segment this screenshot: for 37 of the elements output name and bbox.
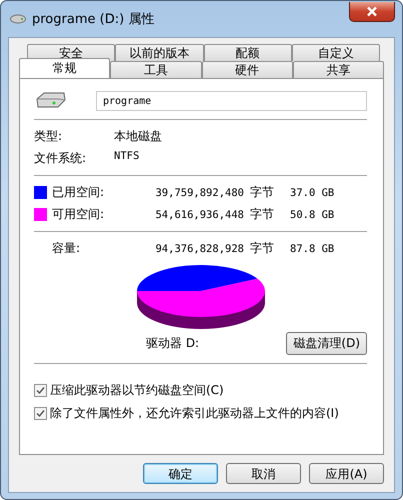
disk-cleanup-button[interactable]: 磁盘清理(D)	[286, 332, 367, 355]
size-value: 50.8 GB	[290, 208, 336, 220]
tab[interactable]: 以前的版本	[115, 44, 204, 61]
info-value: 本地磁盘	[114, 128, 163, 145]
unit-label: 字节	[250, 206, 275, 223]
dialog-button[interactable]: 取消	[226, 463, 301, 484]
tab[interactable]: 自定义	[292, 44, 380, 61]
tab[interactable]: 共享	[292, 61, 384, 78]
dialog-button[interactable]: 应用(A)	[309, 463, 384, 484]
window-title: programe (D:) 属性	[32, 11, 156, 28]
checkbox[interactable]	[34, 384, 47, 397]
drive-label: 驱动器 D:	[146, 335, 200, 352]
drive-icon	[10, 13, 26, 25]
checkbox[interactable]	[34, 407, 47, 420]
space-label: 已用空间:	[52, 184, 106, 201]
space-label: 可用空间:	[52, 206, 106, 223]
size-value: 37.0 GB	[290, 186, 336, 198]
info-label: 文件系统:	[34, 150, 88, 167]
close-button[interactable]	[349, 2, 395, 22]
byte-count: 94,376,828,928	[154, 242, 245, 254]
capacity-label: 容量:	[52, 240, 82, 257]
dialog-button[interactable]: 确定	[143, 463, 218, 484]
unit-label: 字节	[250, 184, 275, 201]
byte-count: 54,616,936,448	[154, 208, 245, 220]
size-value: 87.8 GB	[290, 242, 336, 254]
option-label: 除了文件属性外，还允许索引此驱动器上文件的内容(I)	[50, 405, 339, 422]
close-icon	[366, 6, 378, 17]
name-field[interactable]: programe	[96, 91, 367, 111]
tab[interactable]: 配额	[204, 44, 292, 61]
unit-label: 字节	[250, 240, 275, 257]
info-label: 类型:	[34, 128, 64, 145]
tab[interactable]: 硬件	[202, 61, 293, 78]
option-label: 压缩此驱动器以节约磁盘空间(C)	[50, 382, 224, 399]
tab[interactable]: 工具	[110, 61, 202, 78]
tab[interactable]: 常规	[19, 58, 110, 78]
byte-count: 39,759,892,480	[154, 186, 245, 198]
info-value: NTFS	[114, 150, 140, 164]
